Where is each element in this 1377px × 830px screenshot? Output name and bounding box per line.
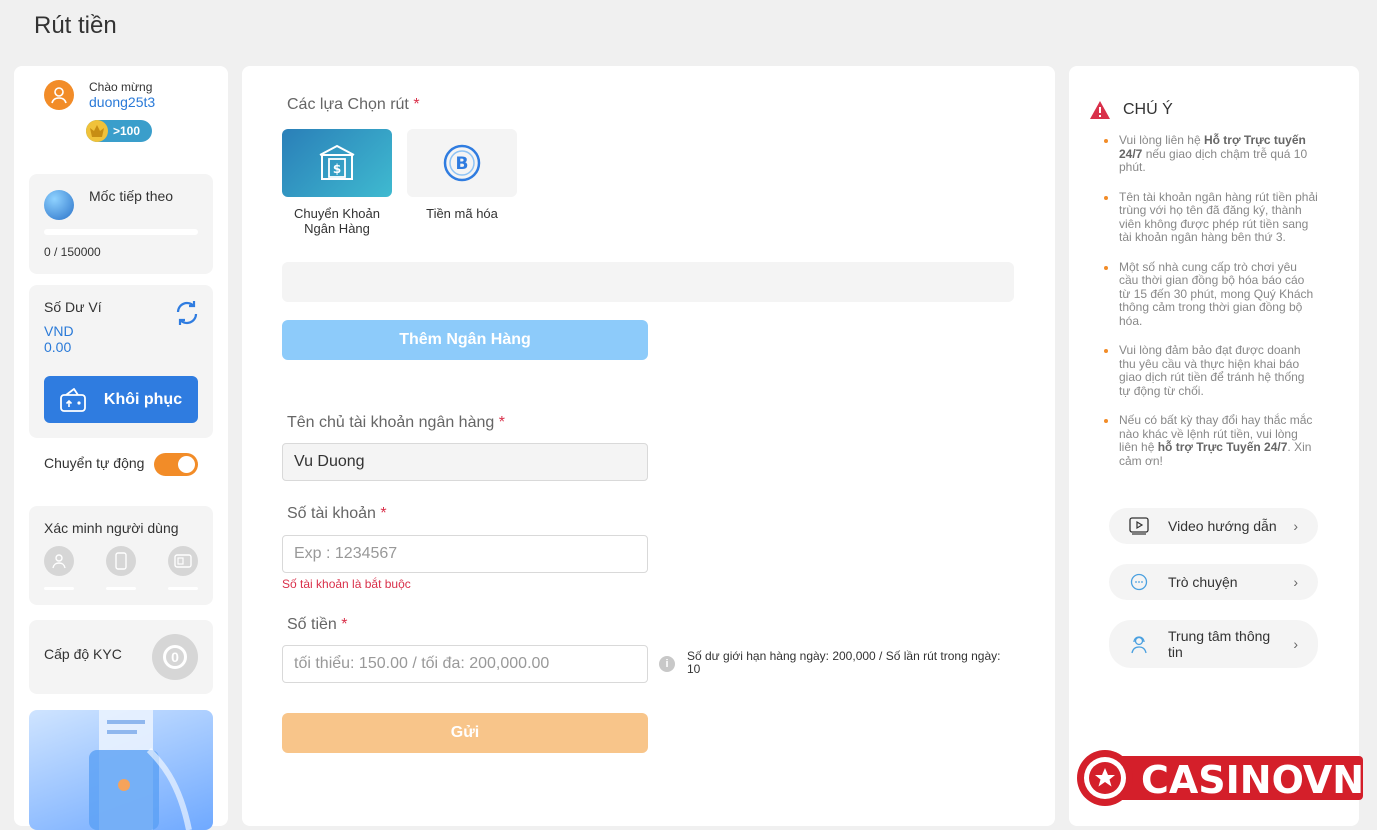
chat-label: Trò chuyện <box>1168 574 1238 590</box>
bank-list-area[interactable] <box>282 262 1014 302</box>
milestone-card: Mốc tiếp theo 0 / 150000 <box>29 174 213 274</box>
chevron-right-icon: › <box>1293 574 1298 590</box>
chevron-right-icon: › <box>1293 518 1298 534</box>
promo-banner[interactable] <box>29 710 213 830</box>
user-verify-icon[interactable] <box>44 546 74 576</box>
id-card-verify-icon[interactable] <box>168 546 198 576</box>
crown-icon <box>86 120 108 142</box>
info-center-label: Trung tâm thông tin <box>1168 628 1271 660</box>
option-bank-label: Chuyển Khoản Ngân Hàng <box>293 206 380 236</box>
notice-header: CHÚ Ý <box>1089 100 1173 120</box>
promo-illustration <box>89 710 192 830</box>
casinovn-logo: CASINOVN <box>1075 748 1365 808</box>
amount-input[interactable]: tối thiểu: 150.00 / tối đa: 200,000.00 <box>282 645 648 683</box>
option-crypto[interactable]: B <box>407 129 517 197</box>
daily-limit-text: Số dư giới hạn hàng ngày: 200,000 / Số l… <box>687 649 1001 676</box>
wallet-label: Số Dư Ví <box>44 299 102 315</box>
holder-label: Tên chủ tài khoản ngân hàng * <box>287 414 505 431</box>
page-title: Rút tiền <box>34 12 117 39</box>
toggle-knob <box>178 456 195 473</box>
verification-label: Xác minh người dùng <box>44 520 179 536</box>
wallet-restore-icon <box>59 387 86 412</box>
chevron-right-icon: › <box>1293 636 1298 652</box>
kyc-card: Cấp độ KYC 0 <box>29 620 213 694</box>
verify-status-line <box>106 587 136 590</box>
wallet-currency: VND <box>44 323 74 339</box>
holder-name-field[interactable]: Vu Duong <box>282 443 648 481</box>
bitcoin-icon: B <box>443 144 481 182</box>
user-verification-card: Xác minh người dùng <box>29 506 213 605</box>
notice-panel: CHÚ Ý Vui lòng liên hệ Hỗ trợ Trực tuyến… <box>1069 66 1359 826</box>
account-sidebar: Chào mừng duong25t3 >100 Mốc tiếp theo 0… <box>14 66 228 830</box>
vip-level: >100 <box>113 124 141 138</box>
milestone-value: 0 / 150000 <box>44 245 101 259</box>
svg-text:$: $ <box>333 162 341 176</box>
vip-badge[interactable]: >100 <box>86 120 152 142</box>
restore-button[interactable]: Khôi phục <box>44 376 198 423</box>
restore-label: Khôi phục <box>103 390 183 408</box>
notice-title: CHÚ Ý <box>1123 101 1173 118</box>
video-guide-label: Video hướng dẫn <box>1168 518 1277 534</box>
account-number-input[interactable]: Exp : 1234567 <box>282 535 648 573</box>
auto-transfer-label: Chuyển tự động <box>44 455 145 471</box>
avatar[interactable] <box>44 80 74 110</box>
refresh-icon[interactable] <box>173 299 201 327</box>
welcome-label: Chào mừng <box>89 80 153 94</box>
video-icon <box>1129 516 1149 536</box>
support-agent-icon <box>1129 634 1149 654</box>
amount-label: Số tiền * <box>287 616 348 633</box>
verify-status-line <box>168 587 198 590</box>
milestone-label: Mốc tiếp theo <box>89 188 174 204</box>
submit-button[interactable]: Gửi <box>282 713 648 753</box>
chat-icon <box>1129 572 1149 592</box>
svg-text:B: B <box>456 154 469 174</box>
account-number-error: Số tài khoản là bắt buộc <box>282 577 411 591</box>
bank-icon: $ <box>319 144 355 180</box>
withdraw-options-label: Các lựa Chọn rút * <box>287 96 420 113</box>
verify-status-line <box>44 587 74 590</box>
notice-item: Tên tài khoản ngân hàng rút tiền phải tr… <box>1104 189 1318 244</box>
kyc-level-badge[interactable]: 0 <box>152 634 198 680</box>
phone-verify-icon[interactable] <box>106 546 136 576</box>
info-center-button[interactable]: Trung tâm thông tin › <box>1109 620 1318 668</box>
notice-list: Vui lòng liên hệ Hỗ trợ Trực tuyến 24/7 … <box>1104 133 1319 484</box>
milestone-medal-icon <box>44 190 74 220</box>
username: duong25t3 <box>89 94 156 110</box>
notice-item: Vui lòng liên hệ Hỗ trợ Trực tuyến 24/7 … <box>1104 133 1319 175</box>
notice-item: Một số nhà cung cấp trò chơi yêu cầu thờ… <box>1104 260 1319 329</box>
auto-transfer-toggle[interactable] <box>154 453 198 476</box>
wallet-amount: 0.00 <box>44 339 72 355</box>
account-number-label: Số tài khoản * <box>287 505 387 522</box>
wallet-card: Số Dư Ví VND 0.00 Khôi phục <box>29 285 213 438</box>
notice-item: Vui lòng đảm bảo đạt được doanh thu yêu … <box>1104 343 1319 398</box>
video-guide-button[interactable]: Video hướng dẫn › <box>1109 508 1318 544</box>
milestone-progress-bar <box>44 229 198 235</box>
chat-button[interactable]: Trò chuyện › <box>1109 564 1318 600</box>
logo-text: CASINOVN <box>1141 758 1364 802</box>
withdraw-form: Các lựa Chọn rút * $ Chuyển Khoản Ngân H… <box>242 66 1055 826</box>
user-icon <box>51 87 67 104</box>
option-bank-transfer[interactable]: $ <box>282 129 392 197</box>
option-crypto-label: Tiền mã hóa <box>426 206 498 221</box>
kyc-level: 0 <box>163 645 187 669</box>
add-bank-button[interactable]: Thêm Ngân Hàng <box>282 320 648 360</box>
notice-item: Nếu có bất kỳ thay đổi hay thắc mắc nào … <box>1104 413 1319 468</box>
kyc-label: Cấp độ KYC <box>44 646 122 662</box>
warning-icon <box>1090 101 1110 119</box>
info-icon[interactable]: i <box>659 656 675 672</box>
